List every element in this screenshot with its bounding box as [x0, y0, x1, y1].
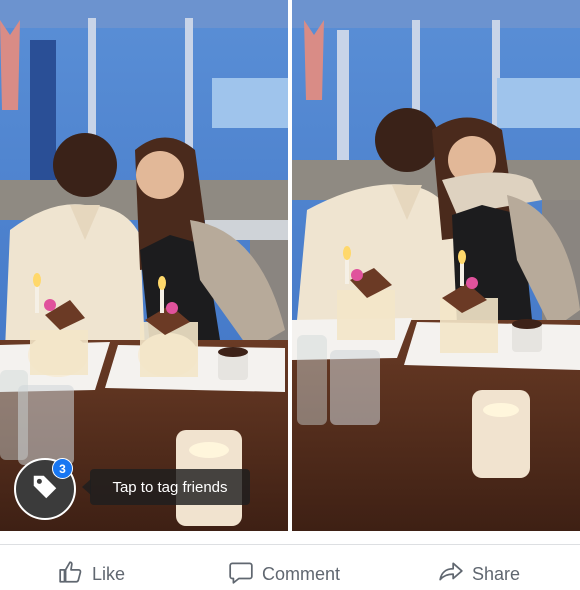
share-label: Share — [472, 564, 521, 584]
photo-left[interactable] — [0, 0, 288, 531]
photo-right[interactable] — [292, 0, 580, 531]
comment-button[interactable]: Comment — [228, 559, 340, 590]
thumbs-up-icon — [58, 559, 84, 590]
share-arrow-icon — [438, 559, 464, 590]
like-label: Like — [92, 564, 126, 584]
photo-collage: 3 Tap to tag friends — [0, 0, 580, 531]
like-button[interactable]: Like — [58, 559, 125, 590]
tag-count-badge: 3 — [52, 458, 73, 479]
comment-label: Comment — [262, 564, 341, 584]
action-bar: Like Comment Share — [0, 544, 580, 584]
share-button[interactable]: Share — [438, 559, 520, 590]
tag-tooltip: Tap to tag friends — [90, 469, 250, 505]
comment-bubble-icon — [228, 559, 254, 590]
